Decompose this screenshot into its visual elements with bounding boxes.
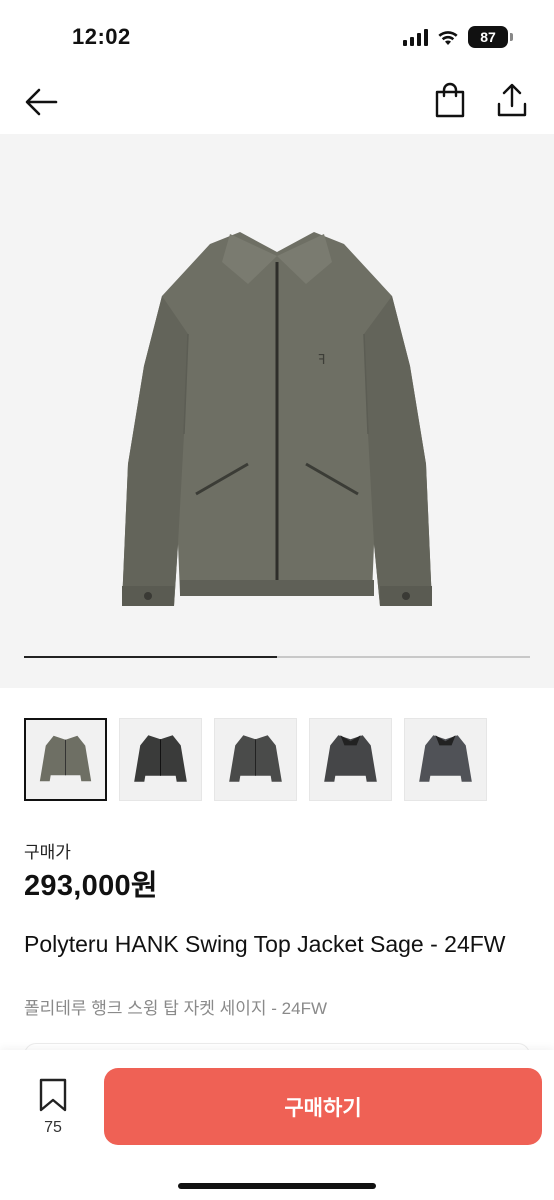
buy-button[interactable]: 구매하기 <box>104 1068 542 1145</box>
price: 293,000원 <box>24 870 158 902</box>
bookmark-count: 75 <box>44 1119 62 1136</box>
battery-level: 87 <box>480 29 496 45</box>
carousel-progress-fill <box>24 656 277 658</box>
top-nav <box>0 70 554 134</box>
product-title: Polyteru HANK Swing Top Jacket Sage - 24… <box>24 931 506 957</box>
status-icons: 87 <box>403 26 513 48</box>
carousel-progress <box>24 656 530 658</box>
signal-icon <box>403 28 428 46</box>
bookmark-button[interactable]: 75 <box>34 1078 72 1137</box>
shopping-bag-icon[interactable] <box>434 82 466 118</box>
share-icon[interactable] <box>496 82 528 118</box>
product-image-carousel[interactable]: ꟻ <box>0 134 554 688</box>
thumbnail-5[interactable] <box>404 718 487 801</box>
bottom-action-bar: 75 구매하기 <box>0 1050 554 1200</box>
price-label: 구매가 <box>24 843 71 862</box>
thumbnail-4[interactable] <box>309 718 392 801</box>
arrow-left-icon[interactable] <box>24 84 60 120</box>
status-bar: 12:02 87 <box>0 0 554 70</box>
jacket-image: ꟻ <box>122 232 432 606</box>
thumbnail-2[interactable] <box>119 718 202 801</box>
home-indicator <box>178 1183 376 1189</box>
battery-icon: 87 <box>468 26 513 48</box>
product-subtitle: 폴리테루 행크 스윙 탑 자켓 세이지 - 24FW <box>24 999 328 1018</box>
svg-text:ꟻ: ꟻ <box>318 353 325 368</box>
thumbnail-3[interactable] <box>214 718 297 801</box>
thumbnail-1[interactable] <box>24 718 107 801</box>
bookmark-icon <box>39 1078 67 1112</box>
wifi-icon <box>438 31 458 45</box>
status-time: 12:02 <box>72 24 131 49</box>
thumbnail-strip <box>24 718 487 801</box>
